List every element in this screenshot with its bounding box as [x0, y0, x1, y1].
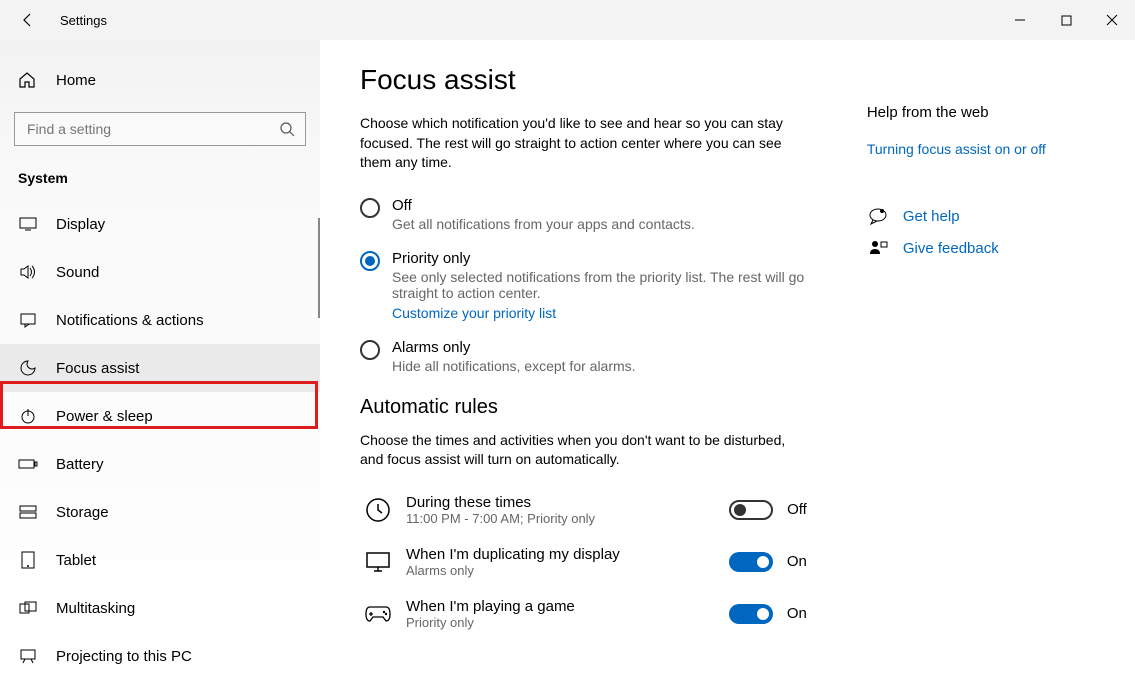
tablet-icon — [18, 551, 38, 569]
search-input[interactable] — [25, 120, 279, 138]
rule-display-title: When I'm duplicating my display — [406, 546, 709, 563]
sidebar-item-notifications[interactable]: Notifications & actions — [0, 296, 320, 344]
option-alarms-title: Alarms only — [392, 339, 636, 356]
sidebar-item-sound[interactable]: Sound — [0, 248, 320, 296]
option-off-sub: Get all notifications from your apps and… — [392, 216, 695, 232]
radio-priority[interactable] — [360, 251, 380, 271]
home-icon — [18, 71, 38, 89]
feedback-icon — [867, 239, 889, 257]
close-button[interactable] — [1089, 0, 1135, 40]
notifications-icon — [18, 312, 38, 328]
sidebar-item-label: Notifications & actions — [56, 312, 204, 329]
sidebar-item-label: Focus assist — [56, 360, 139, 377]
rule-game-state: On — [787, 605, 807, 622]
sidebar-item-label: Battery — [56, 456, 104, 473]
sidebar-item-label: Display — [56, 216, 105, 233]
power-icon — [18, 407, 38, 425]
radio-off[interactable] — [360, 198, 380, 218]
home-label: Home — [56, 72, 96, 89]
option-alarms[interactable]: Alarms only Hide all notifications, exce… — [360, 339, 807, 374]
rules-heading: Automatic rules — [360, 396, 807, 419]
sidebar-item-label: Storage — [56, 504, 109, 521]
sidebar-item-tablet[interactable]: Tablet — [0, 536, 320, 584]
game-icon — [360, 605, 396, 623]
search-box[interactable] — [14, 112, 306, 146]
help-panel: Help from the web Turning focus assist o… — [867, 64, 1095, 689]
content-area: Focus assist Choose which notification y… — [320, 40, 1135, 689]
help-link-focus-assist[interactable]: Turning focus assist on or off — [867, 141, 1046, 157]
rule-times-toggle[interactable] — [729, 500, 773, 520]
sidebar-item-display[interactable]: Display — [0, 200, 320, 248]
title-bar: Settings — [0, 0, 1135, 40]
rule-display-toggle[interactable] — [729, 552, 773, 572]
focus-assist-icon — [18, 359, 38, 377]
sidebar-item-label: Power & sleep — [56, 408, 153, 425]
rule-game-sub: Priority only — [406, 615, 709, 630]
sidebar-item-power[interactable]: Power & sleep — [0, 392, 320, 440]
home-nav[interactable]: Home — [0, 60, 320, 100]
option-priority[interactable]: Priority only See only selected notifica… — [360, 250, 807, 321]
rule-display-sub: Alarms only — [406, 563, 709, 578]
sidebar-item-label: Sound — [56, 264, 99, 281]
rule-times-title: During these times — [406, 494, 709, 511]
sidebar-item-label: Projecting to this PC — [56, 648, 192, 665]
rule-times[interactable]: During these times 11:00 PM - 7:00 AM; P… — [360, 494, 807, 526]
sidebar-item-focus-assist[interactable]: Focus assist — [0, 344, 320, 392]
search-icon — [279, 121, 295, 137]
rule-display-state: On — [787, 553, 807, 570]
multitasking-icon — [18, 601, 38, 615]
option-priority-sub: See only selected notifications from the… — [392, 269, 807, 301]
page-description: Choose which notification you'd like to … — [360, 114, 807, 173]
maximize-button[interactable] — [1043, 0, 1089, 40]
customize-priority-link[interactable]: Customize your priority list — [392, 305, 556, 321]
give-feedback-row[interactable]: Give feedback — [867, 239, 1095, 257]
sidebar: Home System Display Sound Notifications … — [0, 40, 320, 689]
rule-times-sub: 11:00 PM - 7:00 AM; Priority only — [406, 511, 709, 526]
sidebar-item-multitasking[interactable]: Multitasking — [0, 584, 320, 632]
option-alarms-sub: Hide all notifications, except for alarm… — [392, 358, 636, 374]
help-heading: Help from the web — [867, 104, 1095, 121]
sidebar-item-label: Multitasking — [56, 600, 135, 617]
window-title: Settings — [60, 13, 107, 28]
get-help-label: Get help — [903, 208, 960, 225]
radio-alarms[interactable] — [360, 340, 380, 360]
rule-game-title: When I'm playing a game — [406, 598, 709, 615]
rule-times-state: Off — [787, 501, 807, 518]
help-icon — [867, 207, 889, 225]
rule-display[interactable]: When I'm duplicating my display Alarms o… — [360, 546, 807, 578]
projecting-icon — [18, 648, 38, 664]
sidebar-item-projecting[interactable]: Projecting to this PC — [0, 632, 320, 680]
storage-icon — [18, 505, 38, 519]
rule-game-toggle[interactable] — [729, 604, 773, 624]
option-off-title: Off — [392, 197, 695, 214]
main-panel: Focus assist Choose which notification y… — [360, 64, 807, 689]
battery-icon — [18, 458, 38, 470]
category-heading: System — [0, 146, 320, 200]
display-icon — [18, 217, 38, 231]
rule-game[interactable]: When I'm playing a game Priority only On — [360, 598, 807, 630]
sound-icon — [18, 264, 38, 280]
option-off[interactable]: Off Get all notifications from your apps… — [360, 197, 807, 232]
option-priority-title: Priority only — [392, 250, 807, 267]
clock-icon — [360, 497, 396, 523]
page-title: Focus assist — [360, 64, 807, 96]
monitor-icon — [360, 551, 396, 573]
sidebar-item-label: Tablet — [56, 552, 96, 569]
sidebar-item-battery[interactable]: Battery — [0, 440, 320, 488]
back-button[interactable] — [18, 10, 38, 30]
rules-description: Choose the times and activities when you… — [360, 431, 807, 470]
minimize-button[interactable] — [997, 0, 1043, 40]
give-feedback-label: Give feedback — [903, 240, 999, 257]
sidebar-item-storage[interactable]: Storage — [0, 488, 320, 536]
get-help-row[interactable]: Get help — [867, 207, 1095, 225]
scroll-indicator — [318, 218, 320, 318]
